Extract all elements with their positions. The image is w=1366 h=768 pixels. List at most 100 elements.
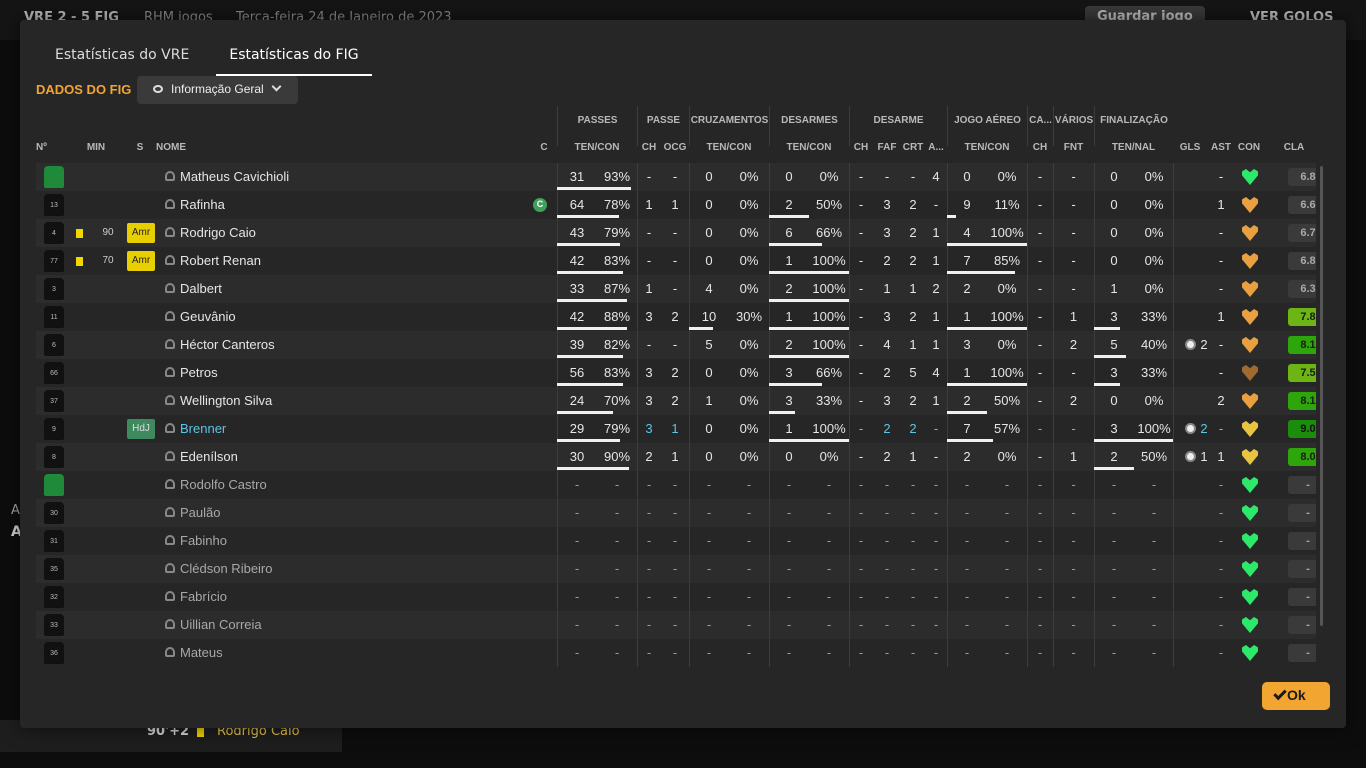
column-header[interactable]: FAF	[873, 142, 901, 153]
column-header[interactable]: CON	[1235, 142, 1263, 153]
tab-fig-stats[interactable]: Estatísticas do FIG	[216, 20, 372, 76]
tackle-crt: -	[910, 169, 916, 184]
table-row[interactable]: 11 Geuvânio 42 88% 3 2 10 30% 1 100% -3 2 1 1 100% -1 3 3…	[36, 303, 1316, 331]
shirt-icon	[44, 166, 64, 188]
table-row[interactable]: 30 Paulão - - - - - - - - - - - - - - - - - - - -	[36, 499, 1316, 527]
table-row[interactable]: 31 Fabinho - - - - - - - - - - - - - - - - - - - -	[36, 527, 1316, 555]
tackles-attempted: 0	[785, 169, 793, 184]
column-header[interactable]: AST	[1207, 142, 1235, 153]
ok-button[interactable]: Ok	[1262, 682, 1330, 710]
tackles-pct: 100%	[812, 421, 846, 436]
table-row[interactable]: 6 Héctor Canteros 39 82% - -5 0% 2 100% -4 1 1 3 0% -2…	[36, 331, 1316, 359]
crosses-pct: 0%	[739, 449, 759, 464]
table-row[interactable]: 8 Edenílson 30 90% 2 1 0 0% 0 0% -2 1-2 0% -1 2 50% 1 1 8.…	[36, 443, 1316, 471]
tackles-pct: 66%	[815, 365, 843, 380]
column-header[interactable]: NOME	[156, 142, 236, 153]
tab-vre-stats[interactable]: Estatísticas do VRE	[42, 20, 202, 76]
tackle-ch: -	[858, 365, 864, 380]
column-header[interactable]: TEN/CON	[947, 142, 1027, 153]
person-icon	[165, 199, 175, 209]
player-name[interactable]: Clédson Ribeiro	[180, 561, 273, 576]
table-row[interactable]: 32 Fabrício - - - - - - - - - - - - - - - - - - - -	[36, 583, 1316, 611]
table-scrollbar[interactable]	[1320, 166, 1323, 626]
table-row[interactable]: 4 90 Amr Rodrigo Caio 43 79% - -0 0% 6 66% -3 2 1 4 100…	[36, 219, 1316, 247]
column-header[interactable]: GLS	[1173, 142, 1207, 153]
ca-ch: -	[1037, 505, 1043, 520]
player-name[interactable]: Brenner	[180, 421, 226, 436]
percentage-bar	[947, 383, 1027, 386]
assists: 2	[1217, 393, 1225, 408]
player-name[interactable]: Wellington Silva	[180, 393, 272, 408]
ca-ch: -	[1037, 533, 1043, 548]
assists: -	[1218, 253, 1224, 268]
table-row[interactable]: 66 Petros 56 83% 3 2 0 0% 3 66% -2 5 4 1 100% - -3 33% -7.…	[36, 359, 1316, 387]
various-fnt: -	[1071, 533, 1076, 548]
pass-ch: 3	[645, 393, 653, 408]
various-fnt: -	[1071, 253, 1076, 268]
player-name[interactable]: Robert Renan	[180, 253, 261, 268]
player-name[interactable]: Geuvânio	[180, 309, 236, 324]
shots-pct: 0%	[1144, 225, 1164, 240]
player-name[interactable]: Mateus	[180, 645, 223, 660]
player-name[interactable]: Rodrigo Caio	[180, 225, 256, 240]
player-name[interactable]: Matheus Cavichioli	[180, 169, 289, 184]
tackle-a: 2	[932, 281, 940, 296]
player-name[interactable]: Paulão	[180, 505, 220, 520]
column-header[interactable]: Nº	[36, 142, 58, 153]
table-row[interactable]: Matheus Cavichioli 31 93% - -0 0% 0 0% - - -4 0 0% - -…	[36, 163, 1316, 191]
player-name[interactable]: Dalbert	[180, 281, 222, 296]
table-row[interactable]: 37 Wellington Silva 24 70% 3 2 1 0% 3 33% -3 2 1 2 50%…	[36, 387, 1316, 415]
column-header[interactable]: FNT	[1053, 142, 1094, 153]
column-header[interactable]: TEN/CON	[557, 142, 637, 153]
condition-heart-icon	[1242, 337, 1258, 353]
player-name[interactable]: Rodolfo Castro	[180, 477, 267, 492]
player-name[interactable]: Edenílson	[180, 449, 238, 464]
column-header[interactable]: TEN/CON	[769, 142, 849, 153]
table-row[interactable]: 3 Dalbert 33 87% 1-4 0% 2 100% -1 1 2 2 0% - -1 0% -6.3	[36, 275, 1316, 303]
table-row[interactable]: 36 Mateus - - - - - - - - - - - - - - - - - - - -	[36, 639, 1316, 667]
percentage-bar	[1094, 327, 1120, 330]
crosses-attempted: -	[706, 645, 712, 660]
condition-heart-icon	[1242, 281, 1258, 297]
column-header[interactable]: CRT	[901, 142, 925, 153]
table-row[interactable]: 77 70 Amr Robert Renan 42 83% - -0 0% 1 100% -2 2 1 7 8…	[36, 247, 1316, 275]
column-header[interactable]: OCG	[661, 142, 689, 153]
column-header[interactable]: CH	[637, 142, 661, 153]
percentage-bar	[557, 383, 623, 386]
tackle-a: 4	[932, 169, 940, 184]
table-row[interactable]: 33 Uillian Correia - - - - - - - - - - - - - - - - - - - -	[36, 611, 1316, 639]
player-name[interactable]: Rafinha	[180, 197, 225, 212]
player-name[interactable]: Héctor Canteros	[180, 337, 275, 352]
column-header[interactable]: CLA	[1270, 142, 1316, 153]
column-header[interactable]: TEN/CON	[689, 142, 769, 153]
column-header[interactable]: CH	[849, 142, 873, 153]
player-name[interactable]: Fabinho	[180, 533, 227, 548]
column-header[interactable]: TEN/NAL	[1094, 142, 1173, 153]
aerial-pct: -	[1004, 589, 1010, 604]
tackles-pct: 0%	[819, 449, 839, 464]
column-header[interactable]: S	[131, 142, 149, 153]
column-header[interactable]: C	[536, 142, 552, 153]
crosses-attempted: 0	[705, 449, 713, 464]
table-row[interactable]: Rodolfo Castro - - - - - - - - - - - - - - - - - - - -	[36, 471, 1316, 499]
ca-ch: -	[1037, 645, 1043, 660]
crosses-attempted: 5	[705, 337, 713, 352]
table-row[interactable]: 35 Clédson Ribeiro - - - - - - - - - - - - - - - - - - - -	[36, 555, 1316, 583]
shots-attempted: 0	[1110, 197, 1118, 212]
player-name[interactable]: Fabrício	[180, 589, 227, 604]
passes-attempted: -	[574, 505, 580, 520]
column-header[interactable]: CH	[1027, 142, 1053, 153]
pass-ocg: -	[672, 617, 678, 632]
column-header[interactable]: MIN	[81, 142, 111, 153]
table-row[interactable]: 9 HdJ Brenner 29 79% 3 1 0 0% 1 100% -2 2-7 57% - -3 100…	[36, 415, 1316, 443]
player-name[interactable]: Uillian Correia	[180, 617, 262, 632]
table-row[interactable]: 13 Rafinha C 64 78% 1 1 0 0% 2 50% -3 2-9 11% - -0 0% 1 6.…	[36, 191, 1316, 219]
pass-ocg: 2	[671, 309, 679, 324]
tackles-pct: -	[826, 477, 832, 492]
pass-ocg: -	[672, 281, 678, 296]
assists: 1	[1217, 449, 1225, 464]
column-header[interactable]: A...	[925, 142, 947, 153]
view-dropdown[interactable]: Informação Geral	[137, 76, 298, 104]
player-name[interactable]: Petros	[180, 365, 218, 380]
condition-heart-icon	[1242, 421, 1258, 437]
